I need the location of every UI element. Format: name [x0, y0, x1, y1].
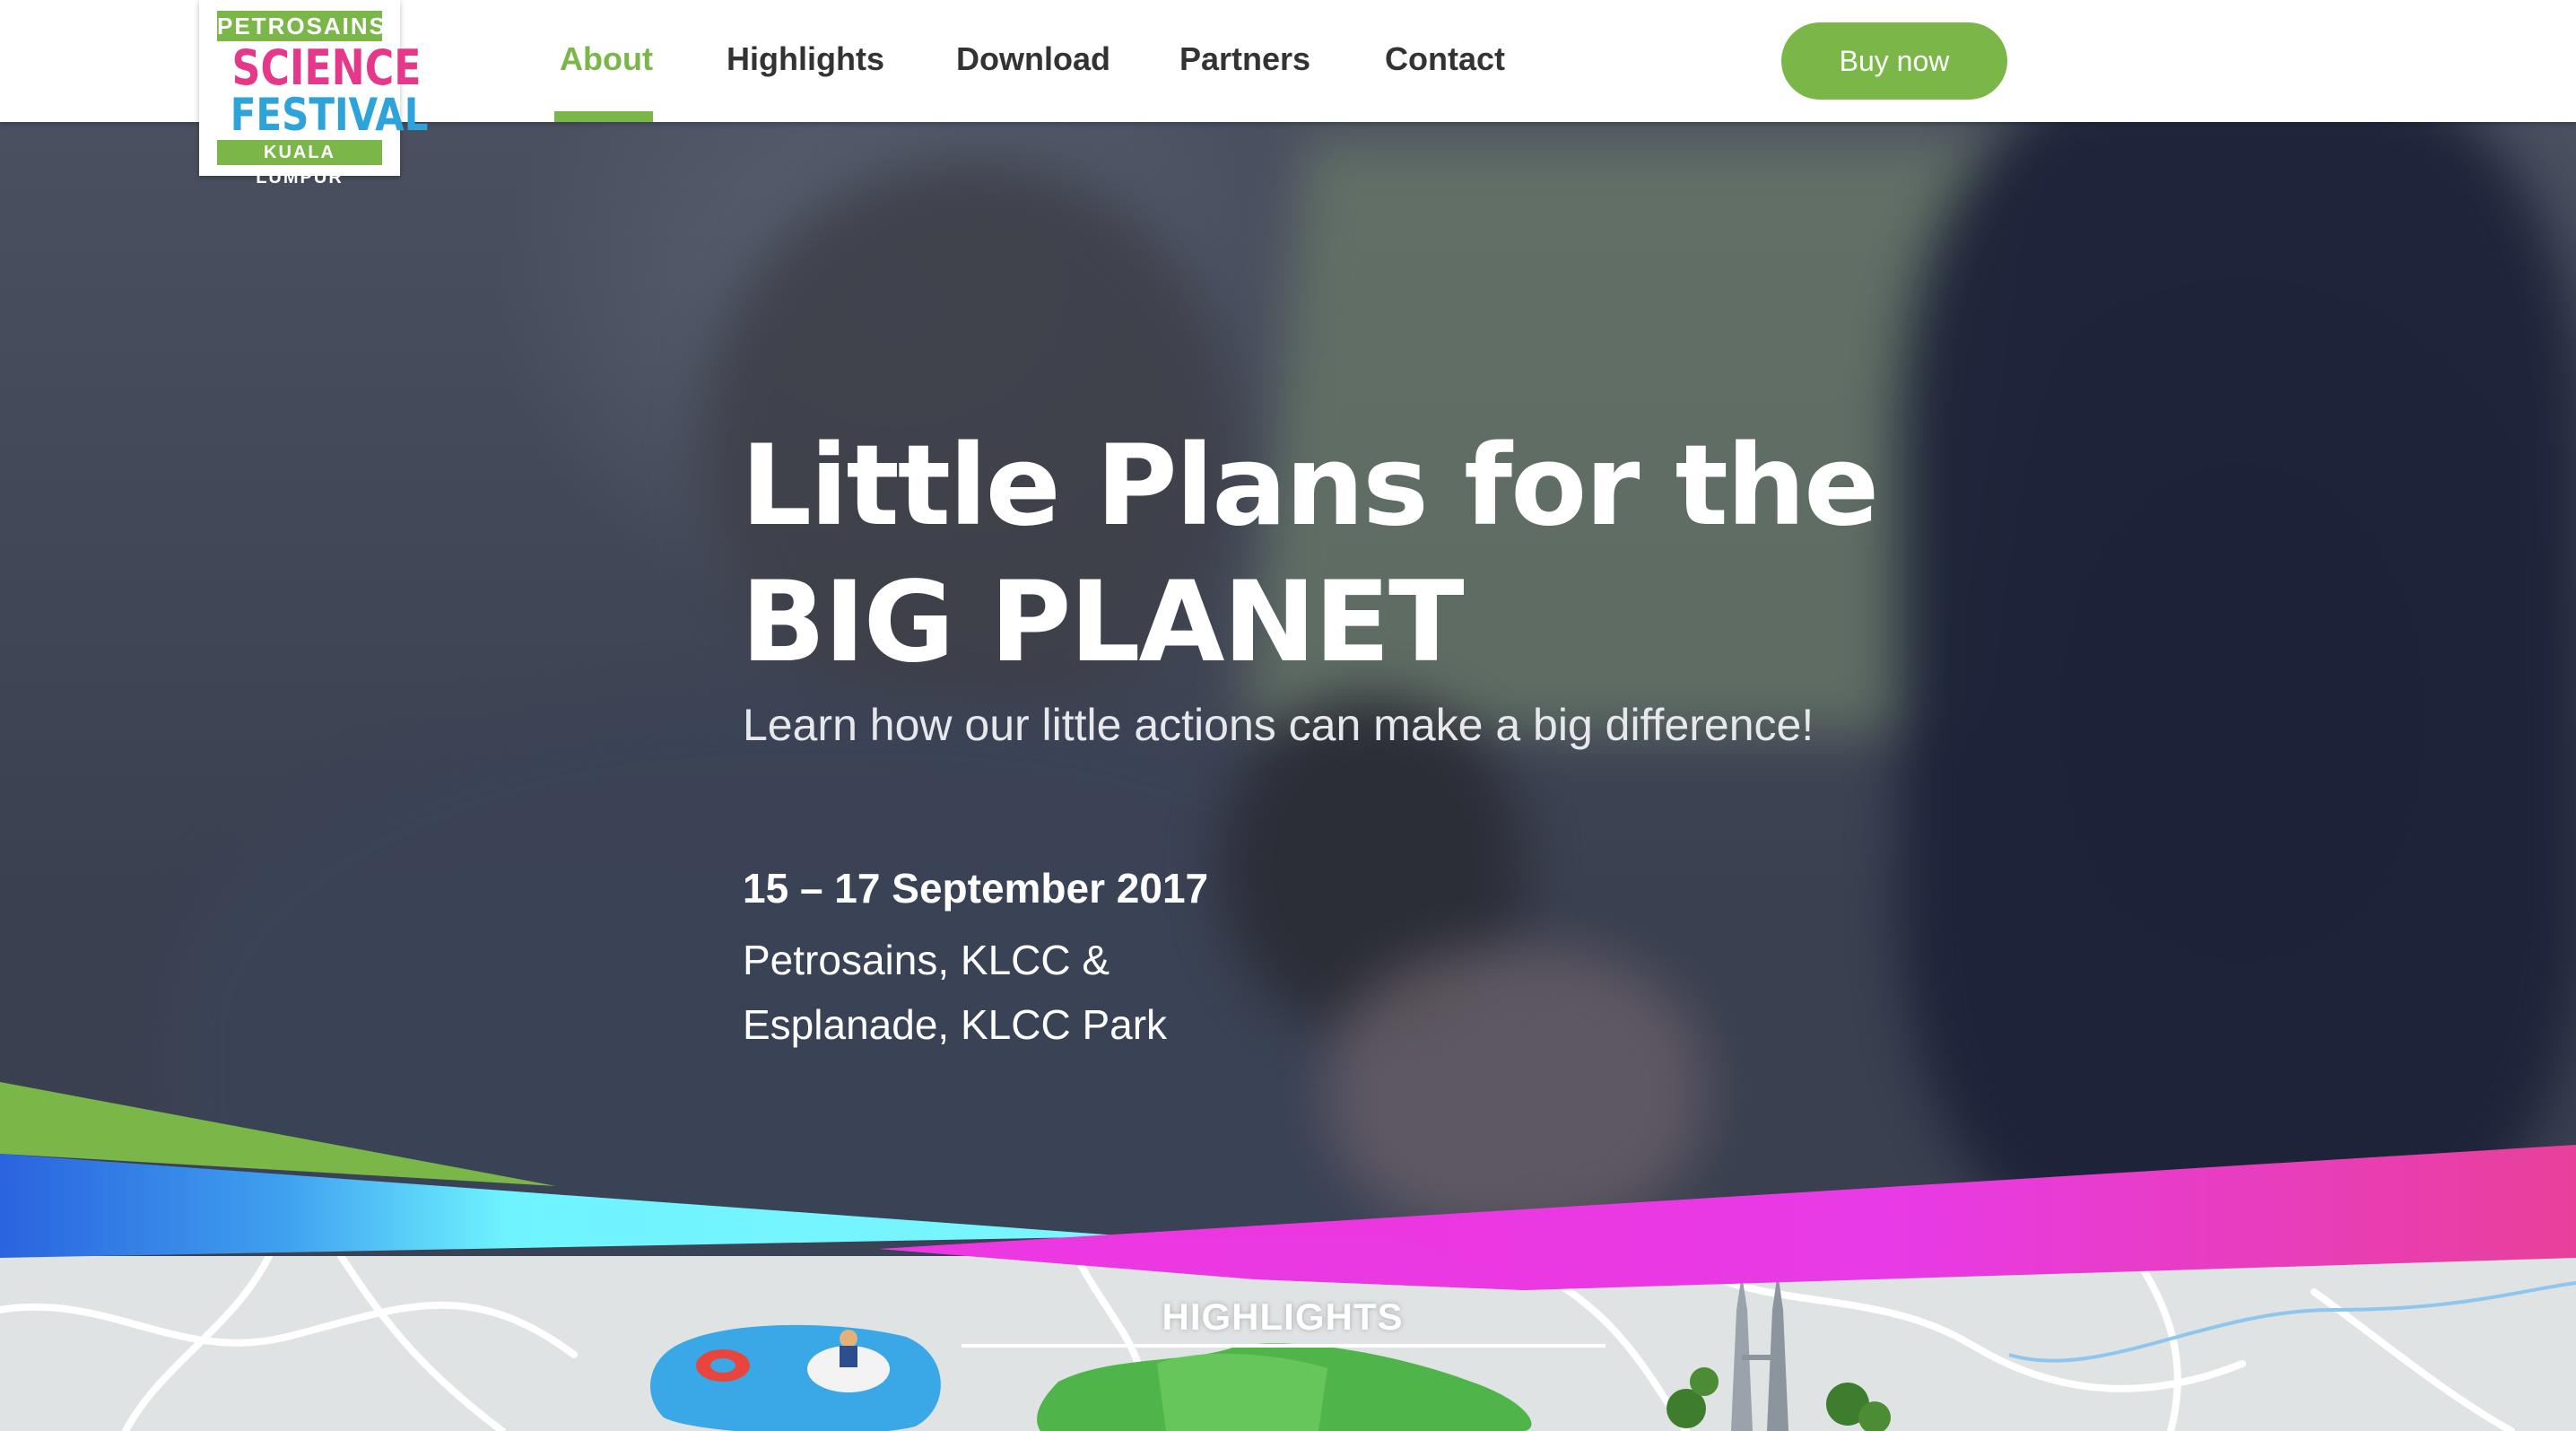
logo-badge: PETROSAINS SCIENCE FESTIVAL KUALA LUMPUR	[217, 11, 429, 188]
logo-science: SCIENCE	[231, 39, 422, 96]
nav-item-partners[interactable]: Partners	[1179, 39, 1310, 79]
hero-subtitle: Learn how our little actions can make a …	[743, 700, 1815, 750]
green-paint-splash	[1037, 1343, 1532, 1431]
highlights-underline	[962, 1344, 1606, 1348]
hero-title-line-2: BIG PLANET	[741, 558, 1465, 687]
nav-item-highlights[interactable]: Highlights	[727, 39, 884, 79]
event-location: Petrosains, KLCC & Esplanade, KLCC Park	[743, 928, 1167, 1057]
wave-blue-band	[0, 1154, 1130, 1258]
festival-logo[interactable]: PETROSAINS SCIENCE FESTIVAL KUALA LUMPUR	[199, 0, 429, 188]
nav-item-download[interactable]: Download	[956, 39, 1110, 79]
event-date: 15 – 17 September 2017	[743, 865, 1209, 912]
nav-item-contact[interactable]: Contact	[1385, 39, 1505, 79]
logo-petrosains: PETROSAINS	[217, 11, 387, 41]
event-location-line-2: Esplanade, KLCC Park	[743, 1001, 1168, 1048]
logo-kuala-lumpur: KUALA LUMPUR	[217, 140, 382, 188]
nav-item-about[interactable]: About	[560, 39, 653, 79]
hero-title: Little Plans for the BIG PLANET	[741, 418, 2086, 691]
event-location-line-1: Petrosains, KLCC &	[743, 937, 1110, 983]
buy-now-button[interactable]: Buy now	[1781, 22, 2007, 100]
logo-festival: FESTIVAL	[230, 89, 429, 141]
nav-active-indicator	[554, 111, 653, 122]
pool-illustration	[650, 1324, 941, 1431]
highlights-heading: HIGHLIGHTS	[1162, 1296, 1404, 1338]
decorative-wave	[0, 1082, 2576, 1290]
hero-title-line-1: Little Plans for the	[741, 422, 1879, 551]
